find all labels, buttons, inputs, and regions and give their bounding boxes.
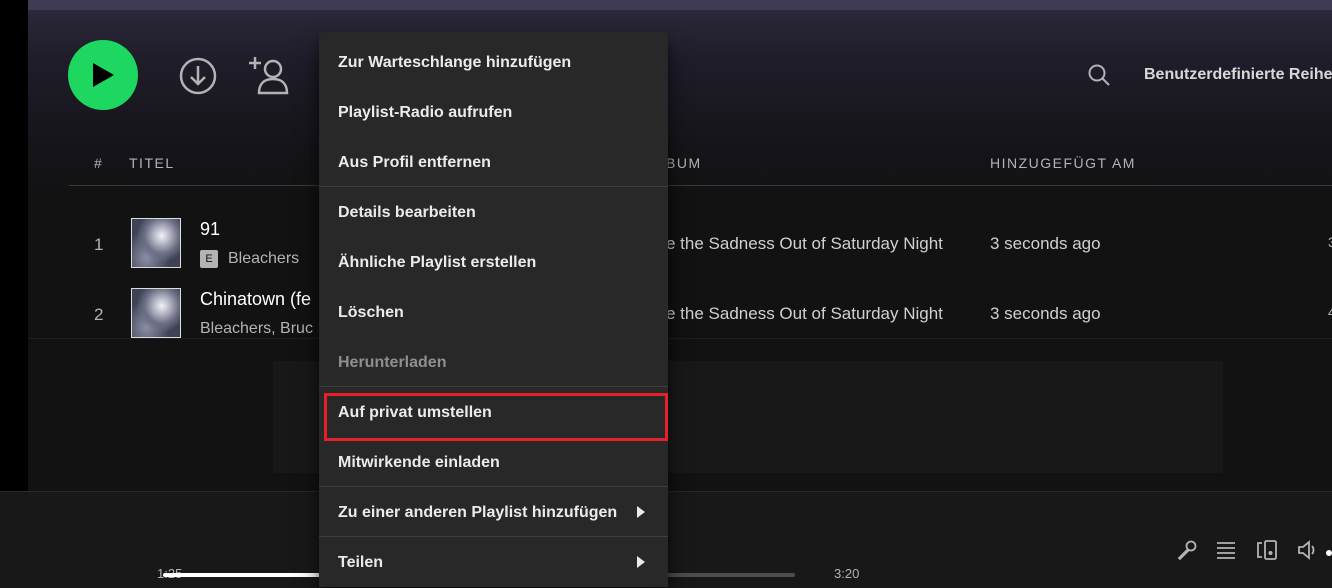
header-divider xyxy=(69,185,1332,186)
album-cover xyxy=(131,218,181,268)
menu-item-edit-details[interactable]: Details bearbeiten xyxy=(319,188,668,238)
add-user-icon xyxy=(249,57,289,95)
column-header-number: # xyxy=(94,155,104,171)
menu-separator xyxy=(319,186,668,187)
queue-icon xyxy=(1217,542,1235,559)
search-in-playlist-button[interactable] xyxy=(1086,62,1112,88)
context-menu: Zur Warteschlange hinzufügen Playlist-Ra… xyxy=(319,32,668,587)
speaker-icon xyxy=(1298,540,1315,560)
column-header-album[interactable]: BUM xyxy=(666,155,702,171)
queue-button[interactable] xyxy=(1214,538,1238,562)
microphone-button[interactable] xyxy=(1175,538,1199,562)
menu-item-create-similar-playlist[interactable]: Ähnliche Playlist erstellen xyxy=(319,238,668,288)
track-duration: 3 xyxy=(1328,234,1332,250)
total-duration: 3:20 xyxy=(834,566,860,581)
submenu-arrow-icon xyxy=(637,556,645,568)
download-icon xyxy=(179,57,217,95)
menu-item-add-to-other-playlist[interactable]: Zu einer anderen Playlist hinzufügen xyxy=(319,488,668,538)
track-title[interactable]: 91 xyxy=(200,219,220,240)
menu-item-delete[interactable]: Löschen xyxy=(319,288,668,338)
device-icon xyxy=(1257,540,1277,560)
track-album[interactable]: e the Sadness Out of Saturday Night xyxy=(666,234,943,254)
play-icon xyxy=(93,63,114,87)
volume-slider-handle[interactable] xyxy=(1326,550,1332,556)
menu-item-make-private[interactable]: Auf privat umstellen xyxy=(319,388,668,438)
menu-item-label: Zu einer anderen Playlist hinzufügen xyxy=(338,504,618,521)
column-header-title[interactable]: TITEL xyxy=(129,155,175,171)
recommendations-area xyxy=(28,338,1332,491)
track-artist[interactable]: Bleachers xyxy=(228,250,299,267)
menu-item-invite-collaborators[interactable]: Mitwirkende einladen xyxy=(319,438,668,488)
menu-separator xyxy=(319,536,668,537)
microphone-icon xyxy=(1177,540,1197,561)
explicit-badge: E xyxy=(200,250,218,268)
track-artist-line: E Bleachers xyxy=(200,250,299,268)
menu-item-add-to-queue[interactable]: Zur Warteschlange hinzufügen xyxy=(319,38,668,88)
track-date-added: 3 seconds ago xyxy=(990,304,1101,323)
track-date-added: 3 seconds ago xyxy=(990,234,1101,253)
menu-separator xyxy=(319,386,668,387)
album-cover xyxy=(131,288,181,338)
volume-button[interactable] xyxy=(1296,538,1320,562)
left-sidebar-edge xyxy=(0,0,28,491)
download-button[interactable] xyxy=(178,56,218,96)
search-icon xyxy=(1088,64,1110,86)
add-collaborator-button[interactable] xyxy=(246,52,292,98)
track-row[interactable]: 1 91 E Bleachers e the Sadness Out of Sat… xyxy=(28,208,1332,278)
track-artist[interactable]: Bleachers, Bruc xyxy=(200,320,313,338)
track-number: 2 xyxy=(94,305,104,324)
play-button[interactable] xyxy=(68,40,138,110)
menu-item-remove-from-profile[interactable]: Aus Profil entfernen xyxy=(319,138,668,188)
menu-item-share[interactable]: Teilen xyxy=(319,538,668,588)
track-duration: 4 xyxy=(1328,304,1332,320)
menu-item-playlist-radio[interactable]: Playlist-Radio aufrufen xyxy=(319,88,668,138)
track-number: 1 xyxy=(94,235,104,254)
header-strip xyxy=(28,0,1332,10)
connect-device-button[interactable] xyxy=(1255,538,1279,562)
menu-item-download: Herunterladen xyxy=(338,354,447,371)
track-album[interactable]: e the Sadness Out of Saturday Night xyxy=(666,304,943,324)
sort-dropdown[interactable]: Benutzerdefinierte Reihe xyxy=(1144,66,1332,84)
submenu-arrow-icon xyxy=(637,506,645,518)
menu-separator xyxy=(319,486,668,487)
playlist-view: Benutzerdefinierte Reihe # TITEL BUM HIN… xyxy=(28,0,1332,491)
track-title[interactable]: Chinatown (fe xyxy=(200,289,311,310)
menu-item-label: Teilen xyxy=(338,554,384,571)
column-header-date-added[interactable]: HINZUGEFÜGT AM xyxy=(990,155,1136,171)
